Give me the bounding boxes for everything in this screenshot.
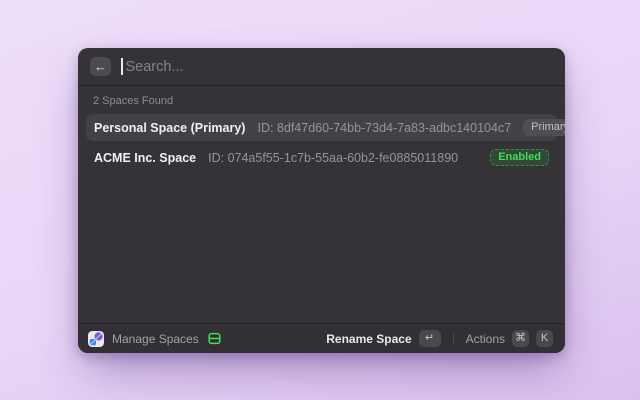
search-input[interactable] [123, 59, 554, 75]
back-button[interactable]: ← [90, 57, 111, 76]
spaces-extension-icon [88, 331, 104, 347]
search-field-wrap [121, 58, 553, 75]
back-arrow-icon: ← [94, 60, 107, 73]
enabled-badge: Enabled [490, 149, 549, 167]
badge-group: Enabled [490, 149, 549, 167]
footer-actions: Rename Space ↵ Actions ⌘ K [324, 328, 555, 349]
badge-group: Primary Enabled [523, 119, 565, 137]
green-space-card-icon [207, 331, 222, 346]
results-count-label: 2 Spaces Found [86, 92, 557, 114]
footer-divider [453, 333, 454, 345]
k-key-icon: K [536, 330, 553, 347]
space-title: ACME Inc. Space [94, 151, 196, 165]
space-id: ID: 074a5f55-1c7b-55aa-60b2-fe0885011890 [208, 151, 458, 165]
rename-space-label: Rename Space [326, 332, 411, 346]
actions-label: Actions [466, 332, 505, 346]
results-list: 2 Spaces Found Personal Space (Primary) … [78, 86, 565, 323]
primary-badge: Primary [523, 119, 565, 137]
footer-bar: Manage Spaces Rename Space ↵ Actions ⌘ K [78, 323, 565, 353]
list-item-acme-space[interactable]: ACME Inc. Space ID: 074a5f55-1c7b-55aa-6… [86, 144, 557, 171]
space-id: ID: 8df47d60-74bb-73d4-7a83-adbc140104c7 [257, 121, 511, 135]
manage-spaces-label: Manage Spaces [112, 332, 199, 346]
command-palette-window: ← 2 Spaces Found Personal Space (Primary… [78, 48, 565, 353]
actions-menu-button[interactable]: Actions ⌘ K [464, 328, 555, 349]
return-key-icon: ↵ [419, 330, 441, 347]
list-item-personal-space[interactable]: Personal Space (Primary) ID: 8df47d60-74… [86, 114, 557, 141]
command-key-icon: ⌘ [512, 330, 529, 347]
search-bar: ← [78, 48, 565, 85]
rename-space-button[interactable]: Rename Space ↵ [324, 328, 442, 349]
space-title: Personal Space (Primary) [94, 121, 245, 135]
